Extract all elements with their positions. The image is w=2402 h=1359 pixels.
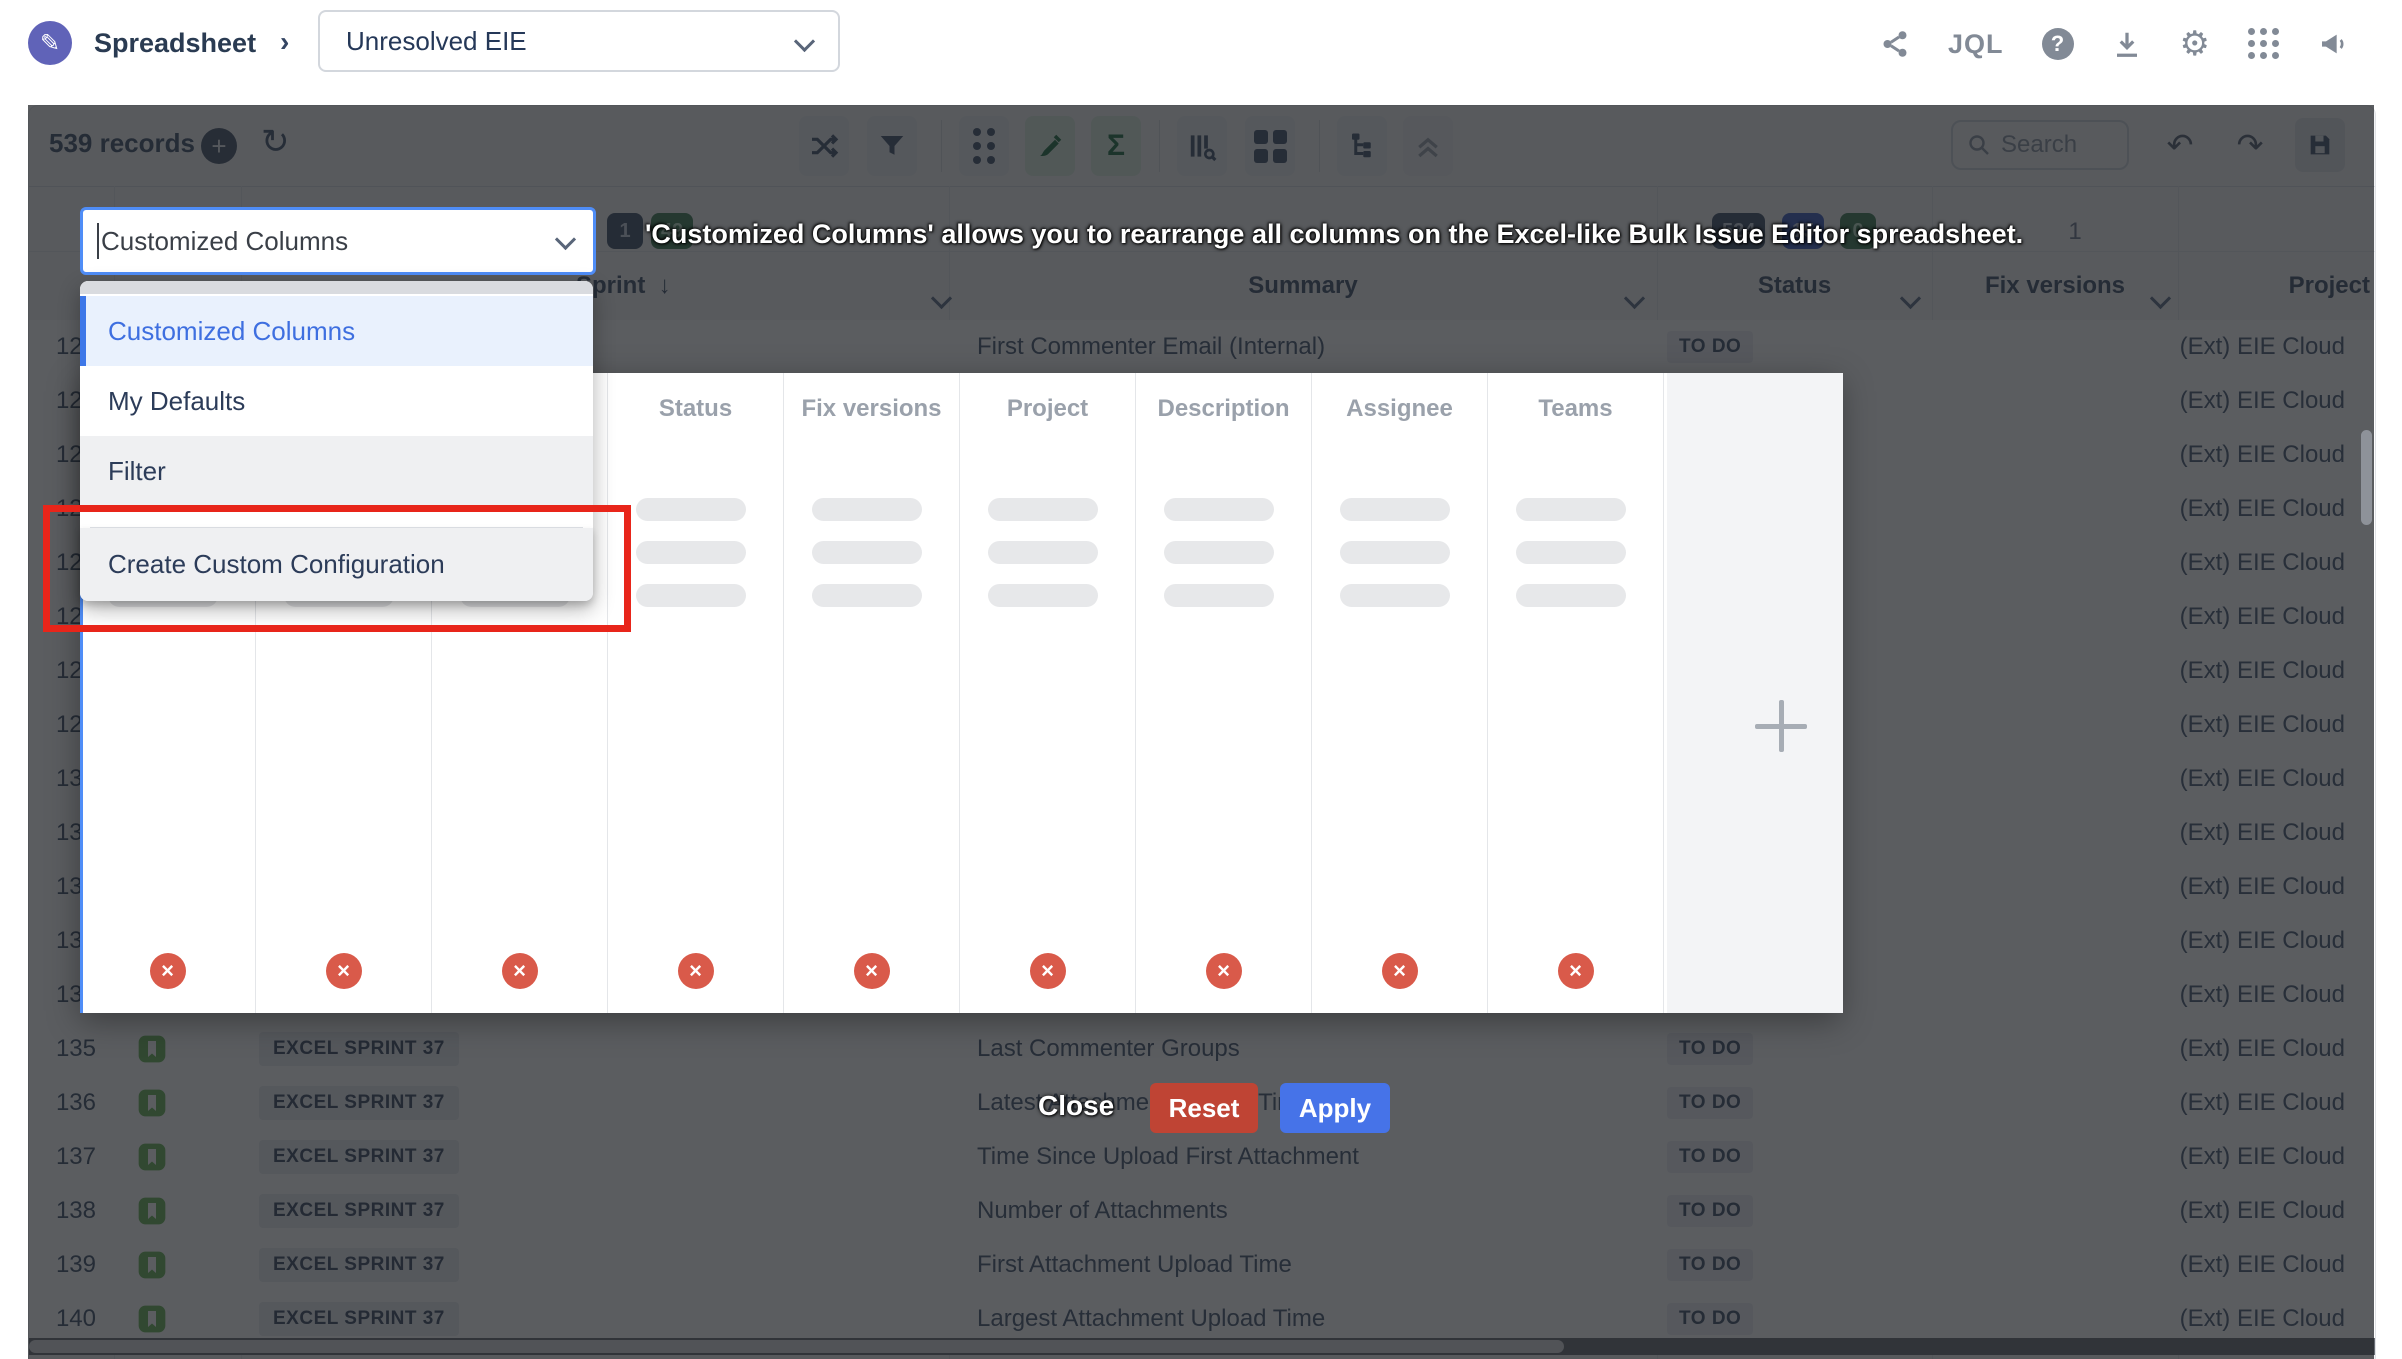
annotation-highlight-box bbox=[43, 505, 631, 632]
skeleton-bar bbox=[1164, 584, 1274, 607]
skeleton-bar bbox=[812, 498, 922, 521]
chevron-down-icon bbox=[794, 31, 815, 52]
top-header: ✎ Spreadsheet › Unresolved EIE JQL ? ⚙ bbox=[0, 0, 2402, 105]
modal-column-header: Assignee bbox=[1312, 395, 1487, 423]
skeleton-bar bbox=[1164, 541, 1274, 564]
reset-button[interactable]: Reset bbox=[1150, 1083, 1258, 1133]
remove-column-button[interactable]: × bbox=[502, 953, 538, 989]
gear-icon[interactable]: ⚙ bbox=[2180, 24, 2210, 64]
modal-column[interactable]: Fix versions × bbox=[784, 373, 960, 1013]
text-caret bbox=[97, 223, 99, 259]
skeleton-bar bbox=[636, 498, 746, 521]
modal-column-header: Fix versions bbox=[784, 395, 959, 423]
view-selector-value: Unresolved EIE bbox=[346, 26, 527, 57]
skeleton-bar bbox=[988, 541, 1098, 564]
remove-column-button[interactable]: × bbox=[854, 953, 890, 989]
skeleton-bar bbox=[1340, 584, 1450, 607]
help-icon[interactable]: ? bbox=[2042, 28, 2074, 60]
modal-column-header: Teams bbox=[1488, 395, 1663, 423]
skeleton-bar bbox=[812, 541, 922, 564]
download-icon[interactable] bbox=[2112, 29, 2142, 59]
vertical-scrollbar-thumb[interactable] bbox=[2361, 430, 2372, 525]
app-logo-icon[interactable]: ✎ bbox=[28, 21, 72, 65]
dropdown-option-customized-columns[interactable]: Customized Columns bbox=[80, 296, 593, 366]
remove-column-button[interactable]: × bbox=[326, 953, 362, 989]
skeleton-bar bbox=[636, 584, 746, 607]
skeleton-bar bbox=[1164, 498, 1274, 521]
skeleton-bar bbox=[988, 584, 1098, 607]
add-column-plus-icon[interactable] bbox=[1755, 700, 1807, 752]
remove-column-button[interactable]: × bbox=[678, 953, 714, 989]
close-button[interactable]: Close bbox=[1038, 1090, 1114, 1122]
skeleton-bar bbox=[1516, 541, 1626, 564]
tooltip-text: 'Customized Columns' allows you to rearr… bbox=[645, 219, 2023, 250]
breadcrumb-chevron-icon: › bbox=[280, 26, 289, 58]
screen: ✎ Spreadsheet › Unresolved EIE JQL ? ⚙ bbox=[0, 0, 2402, 1359]
modal-column[interactable]: Assignee × bbox=[1312, 373, 1488, 1013]
skeleton-bar bbox=[988, 498, 1098, 521]
view-selector[interactable]: Unresolved EIE bbox=[318, 10, 840, 72]
skeleton-bar bbox=[636, 541, 746, 564]
modal-column[interactable]: Status × bbox=[608, 373, 784, 1013]
apps-grid-icon[interactable] bbox=[2248, 28, 2280, 60]
chevron-down-icon bbox=[555, 229, 576, 250]
skeleton-bar bbox=[1340, 498, 1450, 521]
skeleton-bar bbox=[812, 584, 922, 607]
announcement-icon[interactable] bbox=[2318, 28, 2350, 60]
page-title: Spreadsheet bbox=[94, 28, 256, 59]
config-select-value: Customized Columns bbox=[101, 226, 348, 257]
skeleton-bar bbox=[1516, 498, 1626, 521]
skeleton-bar bbox=[1516, 584, 1626, 607]
skeleton-bar bbox=[1340, 541, 1450, 564]
remove-column-button[interactable]: × bbox=[1558, 953, 1594, 989]
modal-column-header: Status bbox=[608, 395, 783, 423]
apply-button[interactable]: Apply bbox=[1280, 1083, 1390, 1133]
dropdown-top-strip bbox=[80, 281, 593, 294]
dropdown-option-my-defaults[interactable]: My Defaults bbox=[80, 366, 593, 436]
share-icon[interactable] bbox=[1880, 29, 1910, 59]
dropdown-option-filter[interactable]: Filter bbox=[80, 436, 593, 506]
modal-column-header: Description bbox=[1136, 395, 1311, 423]
modal-column[interactable]: Teams × bbox=[1488, 373, 1664, 1013]
remove-column-button[interactable]: × bbox=[1030, 953, 1066, 989]
add-column-area[interactable] bbox=[1667, 373, 1843, 1013]
config-select-input[interactable]: Customized Columns bbox=[80, 207, 596, 275]
modal-column[interactable]: Project × bbox=[960, 373, 1136, 1013]
header-actions: JQL ? ⚙ bbox=[1880, 0, 2350, 88]
remove-column-button[interactable]: × bbox=[150, 953, 186, 989]
modal-column-header: Project bbox=[960, 395, 1135, 423]
jql-button[interactable]: JQL bbox=[1948, 29, 2004, 60]
remove-column-button[interactable]: × bbox=[1382, 953, 1418, 989]
remove-column-button[interactable]: × bbox=[1206, 953, 1242, 989]
modal-column[interactable]: Description × bbox=[1136, 373, 1312, 1013]
